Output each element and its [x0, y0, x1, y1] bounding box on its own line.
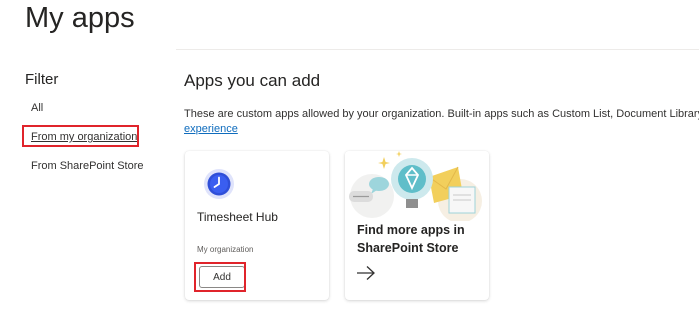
clock-icon — [204, 169, 234, 199]
title-divider — [176, 49, 699, 50]
section-heading: Apps you can add — [184, 71, 321, 90]
app-name: Timesheet Hub — [197, 210, 278, 224]
find-more-apps-text: Find more apps in SharePoint Store — [357, 223, 465, 255]
page-title: My apps — [25, 2, 135, 34]
filter-heading: Filter — [25, 71, 59, 88]
filter-item-all[interactable]: All — [31, 101, 43, 115]
highlight-box-add — [194, 262, 246, 292]
store-illustration — [345, 151, 489, 221]
find-more-apps-card[interactable]: Find more apps in SharePoint Store — [345, 151, 489, 300]
description-text: These are custom apps allowed by your or… — [184, 108, 699, 120]
app-source: My organization — [197, 245, 254, 254]
experience-link[interactable]: experience — [184, 122, 238, 136]
filter-item-from-sharepoint-store[interactable]: From SharePoint Store — [31, 159, 144, 173]
arrow-right-icon[interactable] — [356, 265, 376, 281]
highlight-box-filter — [22, 125, 139, 147]
